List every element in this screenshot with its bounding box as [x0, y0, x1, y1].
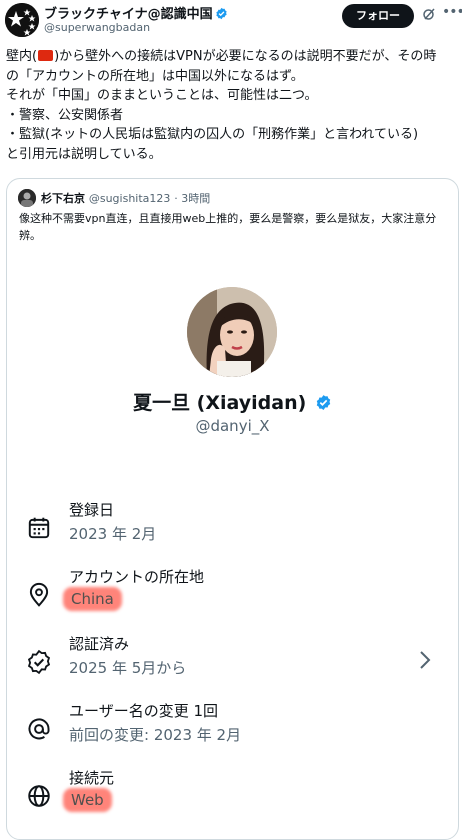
- joined-date-label: 登録日: [69, 501, 115, 519]
- profile-name: 夏一旦 (Xiayidan): [7, 388, 458, 415]
- tweet-text: 壁内()から壁外への接続はVPNが必要になるのは説明不要だが、その時 の「アカウ…: [6, 49, 437, 162]
- author-handle[interactable]: @superwangbadan: [44, 21, 150, 34]
- account-location-value: China: [69, 590, 116, 608]
- tweet-header: ブラックチャイナ@認識中国 @superwangbadan フォロー •••: [0, 0, 462, 42]
- account-location-row: アカウントの所在地 China: [7, 566, 458, 626]
- verified-row[interactable]: 認証済み 2025 年 5月から: [7, 633, 458, 693]
- username-changes-label: ユーザー名の変更 1回: [69, 702, 219, 720]
- highlight-mark: China: [71, 590, 114, 608]
- connected-via-row: 接続元 Web: [7, 767, 458, 827]
- grok-icon[interactable]: [422, 7, 436, 21]
- verified-label: 認証済み: [69, 635, 130, 653]
- joined-date-value: 2023 年 2月: [69, 525, 157, 543]
- calendar-icon: [28, 517, 50, 539]
- author-avatar[interactable]: [5, 3, 39, 37]
- joined-date-row: 登録日 2023 年 2月: [7, 499, 458, 559]
- profile-handle: @danyi_X: [195, 417, 270, 435]
- location-pin-icon: [29, 582, 49, 607]
- author-name[interactable]: ブラックチャイナ@認識中国: [44, 3, 228, 22]
- quoted-author-handle[interactable]: @sugishita123: [89, 192, 171, 205]
- quoted-time[interactable]: · 3時間: [174, 192, 210, 205]
- verified-badge-icon: [316, 395, 331, 410]
- last-change-value: 前回の変更: 2023 年 2月: [69, 726, 242, 744]
- connected-via-label: 接続元: [69, 769, 115, 787]
- at-sign-icon: [28, 718, 50, 740]
- username-changes-row: ユーザー名の変更 1回 前回の変更: 2023 年 2月: [7, 700, 458, 760]
- verified-badge-icon: [215, 7, 227, 20]
- follow-button[interactable]: フォロー: [342, 4, 414, 28]
- highlight-mark: Web: [71, 791, 104, 809]
- profile-photo: [187, 287, 277, 377]
- quoted-tweet[interactable]: 杉下右京 @sugishita123 · 3時間 像这种不需要vpn直连，且直接…: [6, 178, 459, 840]
- verified-since-value: 2025 年 5月から: [69, 659, 187, 677]
- quoted-text: 像这种不需要vpn直连，且直接用web上推的，要么是警察，要么是狱友，大家注意分…: [19, 212, 437, 242]
- quoted-author-name[interactable]: 杉下右京: [41, 192, 85, 205]
- account-location-label: アカウントの所在地: [69, 568, 205, 586]
- quoted-author-avatar[interactable]: [18, 189, 36, 207]
- quoted-author-line: 杉下右京 @sugishita123 · 3時間: [41, 190, 210, 206]
- globe-icon: [28, 785, 50, 807]
- more-options-icon[interactable]: •••: [442, 4, 462, 20]
- chevron-right-icon[interactable]: [417, 647, 433, 673]
- verified-badge-icon: [27, 649, 51, 675]
- connected-via-value: Web: [69, 791, 106, 809]
- china-flag-icon: [38, 50, 54, 61]
